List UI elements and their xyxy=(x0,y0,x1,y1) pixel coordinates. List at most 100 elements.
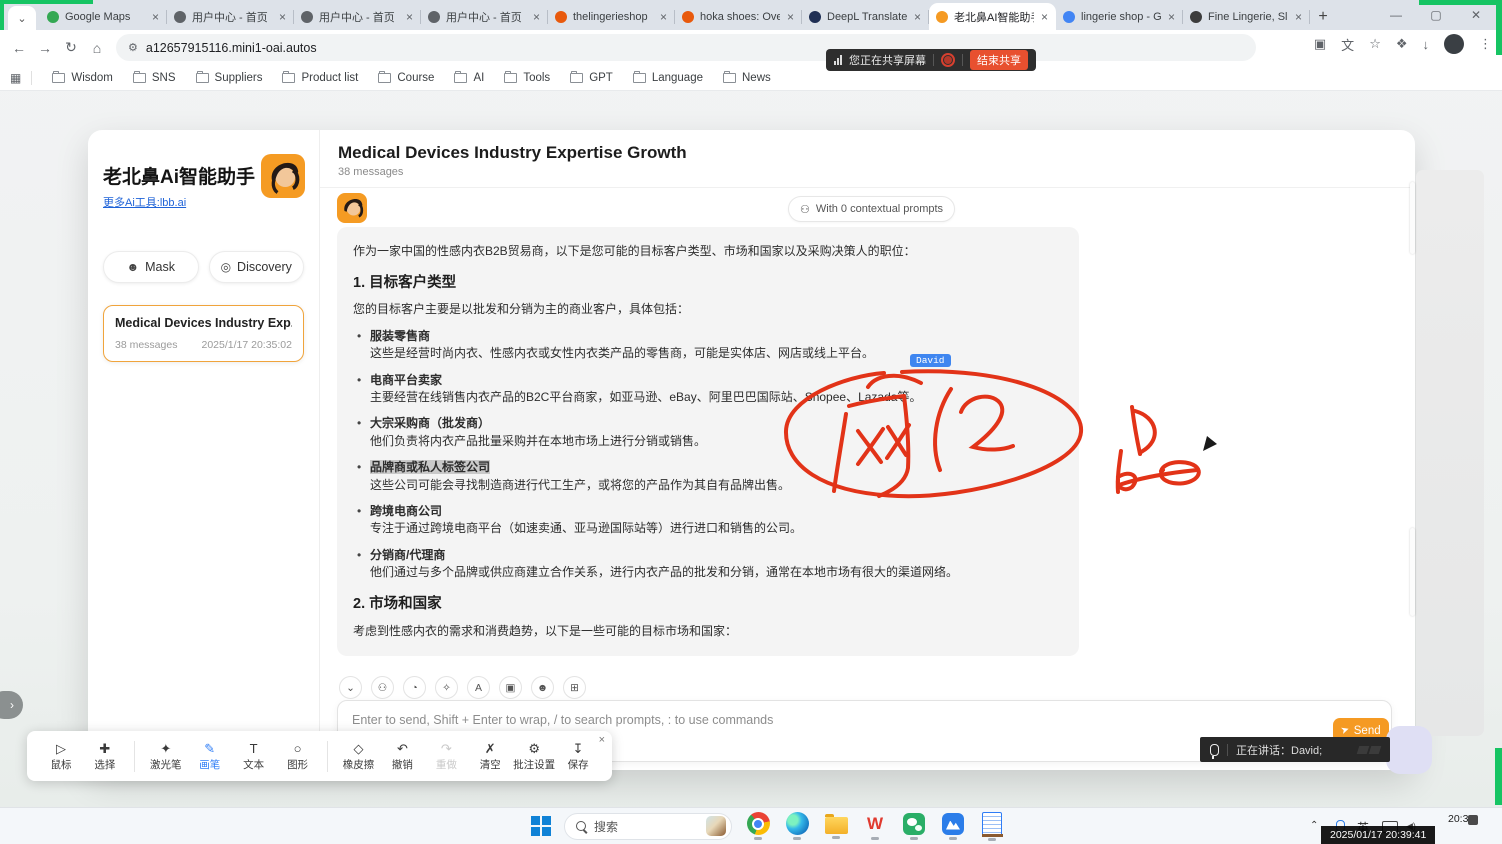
toolbar-close-icon[interactable]: × xyxy=(599,734,605,746)
chat-action-button[interactable]: ⚇ xyxy=(371,676,394,699)
tab-close-icon[interactable]: × xyxy=(786,10,795,24)
bookmark-item[interactable]: Course xyxy=(368,72,444,84)
minimize-button[interactable]: — xyxy=(1376,2,1416,28)
scrollbar-thumb[interactable] xyxy=(1410,528,1415,616)
extensions-icon[interactable]: ❖ xyxy=(1396,36,1408,52)
bookmark-item[interactable]: GPT xyxy=(560,72,623,84)
scrollbar-thumb[interactable] xyxy=(1410,182,1415,254)
annotation-tool[interactable]: T 文本 xyxy=(232,741,276,772)
search-highlight-image[interactable] xyxy=(706,816,726,836)
discovery-button[interactable]: ◎ Discovery xyxy=(209,251,305,283)
downloads-icon[interactable]: ↓ xyxy=(1423,37,1430,52)
tool-icon: ↷ xyxy=(441,741,452,756)
site-info-icon[interactable]: ⚙ xyxy=(128,41,138,54)
tab-close-icon[interactable]: × xyxy=(1167,10,1176,24)
chat-action-button[interactable]: ▣ xyxy=(499,676,522,699)
stop-share-button[interactable]: 结束共享 xyxy=(970,50,1028,70)
annotation-tool[interactable]: ↷ 重做 xyxy=(424,741,468,772)
chat-action-button[interactable]: ☻ xyxy=(531,676,554,699)
new-tab-button[interactable]: + xyxy=(1310,4,1336,30)
chat-action-button[interactable]: A xyxy=(467,676,490,699)
profile-avatar[interactable] xyxy=(1444,34,1464,54)
contextual-prompts-badge[interactable]: ⚇ With 0 contextual prompts xyxy=(788,196,955,222)
tab-favicon xyxy=(174,11,186,23)
tab-close-icon[interactable]: × xyxy=(1040,10,1049,24)
bookmark-item[interactable]: Suppliers xyxy=(186,72,273,84)
browser-tab[interactable]: lingerie shop - G × xyxy=(1056,3,1183,30)
more-tools-link[interactable]: 更多Ai工具:lbb.ai xyxy=(103,194,186,210)
tray-pen-icon[interactable] xyxy=(1468,815,1478,825)
annotation-tool[interactable]: ▷ 鼠标 xyxy=(39,741,83,772)
tab-close-icon[interactable]: × xyxy=(913,10,922,24)
browser-tab[interactable]: 用户中心 - 首页 × xyxy=(294,3,421,30)
bookmark-item[interactable]: SNS xyxy=(123,72,186,84)
browser-tab[interactable]: 用户中心 - 首页 × xyxy=(167,3,294,30)
browser-tab[interactable]: 老北鼻AI智能助手 × xyxy=(929,3,1056,30)
bookmark-item[interactable]: Language xyxy=(623,72,713,84)
annotation-tool[interactable]: ✦ 激光笔 xyxy=(134,741,188,772)
mask-button[interactable]: ☻ Mask xyxy=(103,251,199,283)
browser-tab[interactable]: hoka shoes: Ove × xyxy=(675,3,802,30)
forward-button[interactable]: → xyxy=(32,35,58,61)
annotation-tool[interactable]: ⚙ 批注设置 xyxy=(512,741,556,772)
bookmark-item[interactable]: AI xyxy=(444,72,494,84)
tab-search-button[interactable]: ⌄ xyxy=(8,6,36,30)
bookmark-item[interactable]: News xyxy=(713,72,781,84)
maximize-button[interactable]: ▢ xyxy=(1416,2,1456,28)
apps-grid-icon[interactable]: ▦ xyxy=(10,71,32,85)
tab-close-icon[interactable]: × xyxy=(278,10,287,24)
tab-close-icon[interactable]: × xyxy=(659,10,668,24)
browser-tab[interactable]: 用户中心 - 首页 × xyxy=(421,3,548,30)
tray-chevron-up-icon[interactable]: ⌃ xyxy=(1310,820,1318,831)
annotation-tool[interactable]: ↶ 撤销 xyxy=(380,741,424,772)
tab-close-icon[interactable]: × xyxy=(151,10,160,24)
menu-icon[interactable]: ⋮ xyxy=(1479,36,1492,52)
cast-icon[interactable]: ▣ xyxy=(1314,36,1326,52)
chat-list-item[interactable]: Medical Devices Industry Exp... 38 messa… xyxy=(103,305,304,362)
chat-action-row: ⌄ ⚇ ◔ ✧ A ▣ ☻ ⊞ xyxy=(339,676,586,699)
taskbar-meeting-app[interactable] xyxy=(940,813,966,840)
browser-tab[interactable]: thelingerieshop × xyxy=(548,3,675,30)
address-bar[interactable]: ⚙ a12657915116.mini1-oai.autos xyxy=(116,34,1256,61)
divider xyxy=(962,54,963,66)
home-button[interactable]: ⌂ xyxy=(84,35,110,61)
back-button[interactable]: ← xyxy=(6,35,32,61)
annotation-tool[interactable]: ◇ 橡皮擦 xyxy=(327,741,381,772)
floating-widget[interactable] xyxy=(1386,726,1432,774)
start-button[interactable] xyxy=(531,816,551,836)
chat-action-button[interactable]: ⊞ xyxy=(563,676,586,699)
tab-close-icon[interactable]: × xyxy=(1294,10,1303,24)
tab-close-icon[interactable]: × xyxy=(532,10,541,24)
tab-title: 用户中心 - 首页 xyxy=(319,9,399,25)
chat-action-button[interactable]: ⌄ xyxy=(339,676,362,699)
annotation-tool[interactable]: ○ 图形 xyxy=(276,741,320,772)
browser-tab[interactable]: Google Maps × xyxy=(40,3,167,30)
annotation-tool[interactable]: ✚ 选择 xyxy=(83,741,127,772)
chat-action-button[interactable]: ◔ xyxy=(403,676,426,699)
bookmark-item[interactable]: Tools xyxy=(494,72,560,84)
taskbar-chrome[interactable] xyxy=(745,812,771,840)
expand-panel-handle[interactable]: › xyxy=(0,691,23,719)
close-window-button[interactable]: ✕ xyxy=(1456,2,1496,28)
taskbar-edge[interactable] xyxy=(784,812,810,840)
bookmark-star-icon[interactable]: ☆ xyxy=(1369,36,1381,52)
annotation-toolbar: × ▷ 鼠标 ✚ 选择 ✦ 激光笔 ✎ 画笔 T 文本 xyxy=(27,731,612,781)
taskbar-notes-app[interactable] xyxy=(979,812,1005,841)
annotation-tool[interactable]: ✎ 画笔 xyxy=(188,741,232,772)
reload-button[interactable]: ↻ xyxy=(58,35,84,61)
annotation-tool[interactable]: ↧ 保存 xyxy=(556,741,600,772)
translate-icon[interactable]: 文 xyxy=(1341,35,1354,54)
taskbar-file-explorer[interactable] xyxy=(823,813,849,839)
tool-icon: ✗ xyxy=(485,741,496,756)
chat-action-button[interactable]: ✧ xyxy=(435,676,458,699)
taskbar-wechat[interactable] xyxy=(901,813,927,840)
list-item-description: 他们通过与多个品牌或供应商建立合作关系，进行内衣产品的批发和分销，通常在本地市场… xyxy=(370,564,1063,581)
bookmark-item[interactable]: Wisdom xyxy=(42,72,123,84)
taskbar-wps[interactable]: W xyxy=(862,812,888,840)
bookmark-item[interactable]: Product list xyxy=(272,72,368,84)
taskbar-search[interactable]: 搜索 xyxy=(564,813,732,840)
browser-tab[interactable]: DeepL Translate: × xyxy=(802,3,929,30)
browser-tab[interactable]: Fine Lingerie, Sle × xyxy=(1183,3,1310,30)
annotation-tool[interactable]: ✗ 清空 xyxy=(468,741,512,772)
tab-close-icon[interactable]: × xyxy=(405,10,414,24)
